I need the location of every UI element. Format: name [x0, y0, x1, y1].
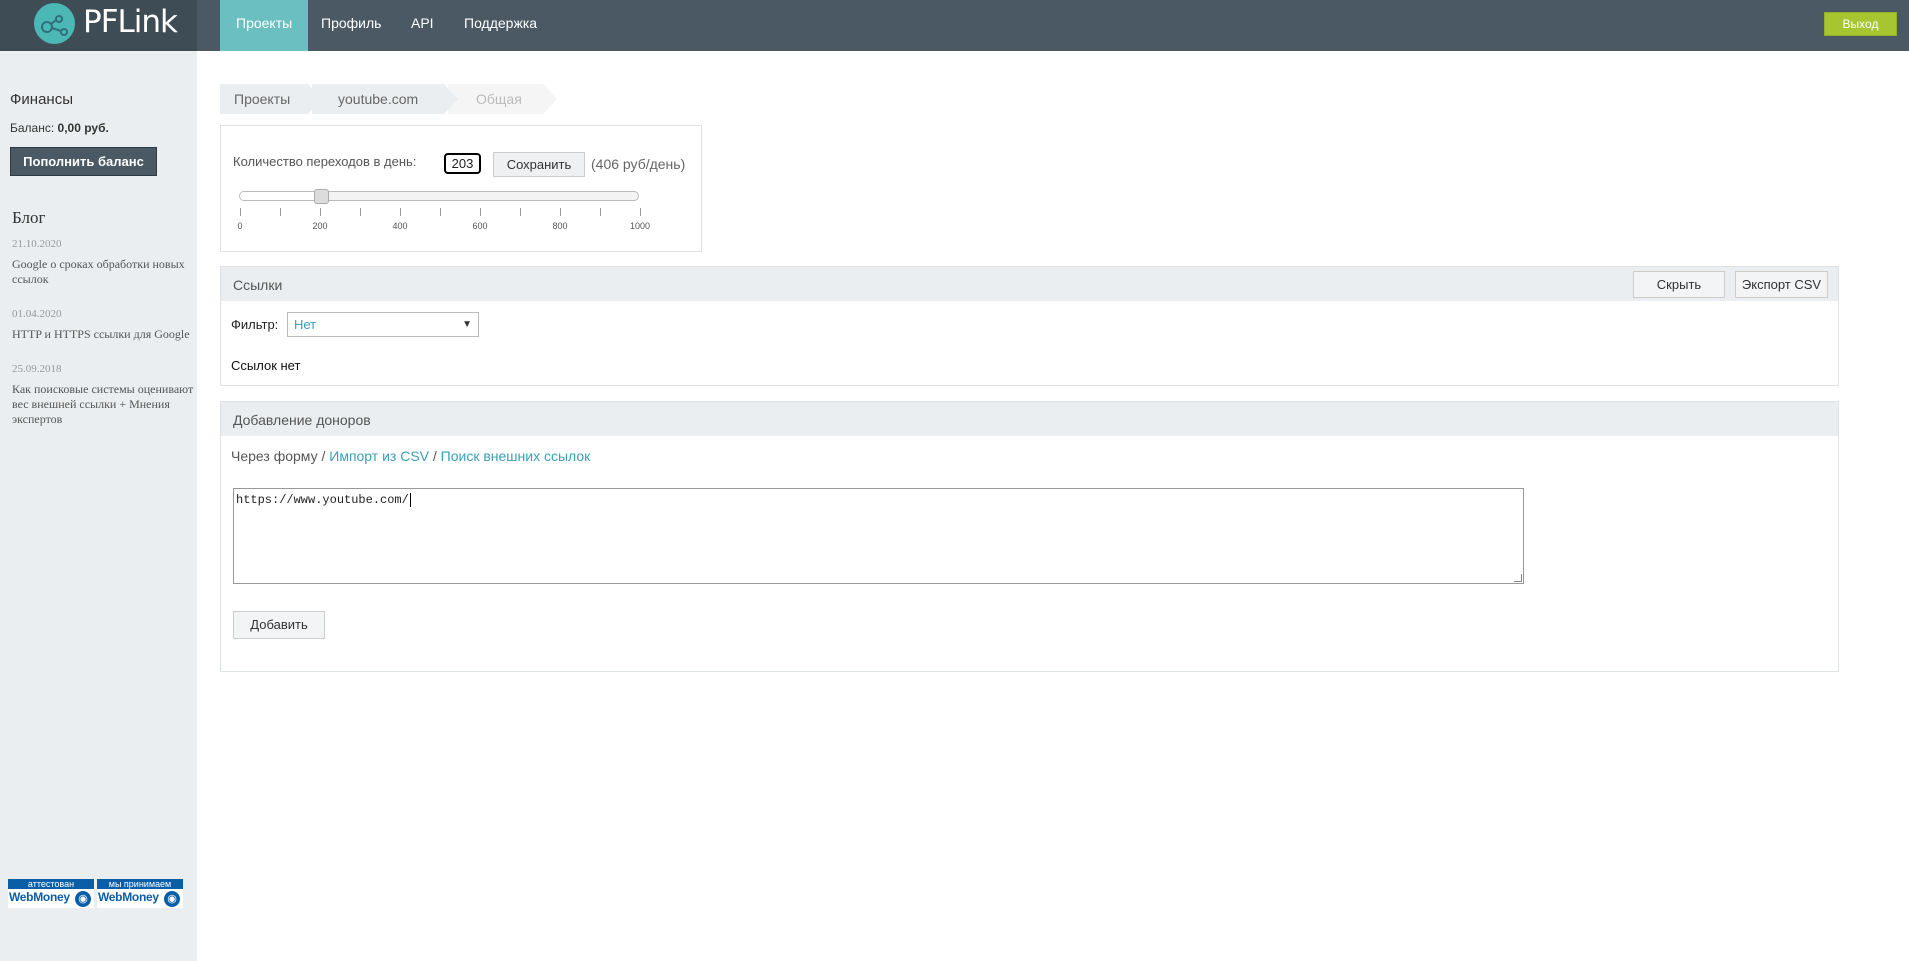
clicks-per-day-label: Количество переходов в день:: [233, 154, 417, 169]
webmoney-badges: аттестован WebMoney ◉ мы принимаем WebMo…: [8, 879, 183, 908]
slider-tick-label: 600: [472, 221, 488, 231]
webmoney-globe-icon: ◉: [75, 891, 91, 907]
slider-tick: [640, 208, 641, 216]
badge-top-text: мы принимаем: [97, 879, 183, 889]
logo[interactable]: PFLink: [0, 0, 197, 51]
blog-post-link[interactable]: Google о сроках обработки новых ссылок: [12, 257, 197, 287]
clicks-per-day-input[interactable]: 203: [444, 153, 481, 174]
method-separator: /: [317, 448, 330, 464]
blog-post-date: 25.09.2018: [12, 363, 62, 375]
top-navbar: PFLink Проекты Профиль API Поддержка Вых…: [0, 0, 1909, 51]
blog-post-link[interactable]: HTTP и HTTPS ссылки для Google: [12, 327, 197, 342]
logo-icon: [34, 3, 75, 44]
donor-methods: Через форму / Импорт из CSV / Поиск внеш…: [231, 448, 590, 464]
slider-fill: [240, 192, 321, 200]
slider-tick: [240, 208, 241, 216]
export-csv-button[interactable]: Экспорт CSV: [1735, 271, 1828, 298]
slider-tick-label: 800: [552, 221, 568, 231]
finance-heading: Финансы: [10, 91, 73, 108]
balance: Баланс: 0,00 руб.: [10, 121, 109, 135]
filter-value: Нет: [294, 317, 317, 332]
method-import-csv-link[interactable]: Импорт из CSV: [329, 448, 429, 464]
slider-tick: [360, 208, 361, 216]
slider-tick-label: 200: [312, 221, 328, 231]
slider-tick-label: 0: [237, 221, 243, 231]
badge-bottom-text: WebMoney: [9, 890, 70, 904]
logout-button[interactable]: Выход: [1824, 12, 1897, 36]
filter-select[interactable]: Нет ▼: [287, 312, 479, 337]
clicks-per-day-panel: Количество переходов в день: 203 Сохрани…: [220, 125, 702, 252]
nav-projects[interactable]: Проекты: [220, 0, 309, 51]
slider-tick: [520, 208, 521, 216]
add-donors-panel: Добавление доноров Через форму / Импорт …: [220, 401, 1839, 672]
breadcrumb-projects[interactable]: Проекты: [220, 84, 322, 114]
blog-heading: Блог: [12, 208, 46, 227]
slider-tick: [560, 208, 561, 216]
balance-value: 0,00 руб.: [57, 121, 109, 135]
badge-top-text: аттестован: [8, 879, 94, 889]
blog-post-link[interactable]: Как поисковые системы оценивают вес внеш…: [12, 382, 197, 427]
daily-price: (406 руб/день): [591, 156, 686, 172]
method-form[interactable]: Через форму: [231, 448, 318, 464]
empty-links-message: Ссылок нет: [231, 358, 301, 373]
badge-bottom-text: WebMoney: [98, 890, 159, 904]
hide-button[interactable]: Скрыть: [1633, 271, 1725, 298]
blog-post-date: 01.04.2020: [12, 308, 62, 320]
sidebar: Финансы Баланс: 0,00 руб. Пополнить бала…: [0, 51, 197, 961]
nav-api[interactable]: API: [395, 0, 450, 51]
balance-label: Баланс:: [10, 121, 55, 135]
slider-tick: [280, 208, 281, 216]
add-donors-title: Добавление доноров: [233, 412, 371, 428]
breadcrumb-project[interactable]: youtube.com: [312, 84, 458, 114]
nav-support[interactable]: Поддержка: [448, 0, 553, 51]
slider-tick-label: 400: [392, 221, 408, 231]
topup-balance-button[interactable]: Пополнить баланс: [10, 147, 157, 176]
donor-urls-textarea[interactable]: https://www.youtube.com/: [233, 488, 1524, 584]
save-button[interactable]: Сохранить: [493, 152, 585, 177]
slider-tick-label: 1000: [629, 221, 651, 231]
webmoney-attested-badge[interactable]: аттестован WebMoney ◉: [8, 879, 94, 908]
webmoney-badges: [8, 930, 183, 959]
slider-tick: [400, 208, 401, 216]
slider-tick: [480, 208, 481, 216]
text-cursor: [409, 493, 411, 507]
chevron-down-icon: ▼: [462, 319, 472, 330]
blog-post-date: 21.10.2020: [12, 238, 62, 250]
method-separator: /: [429, 448, 441, 464]
breadcrumb-current: Общая: [448, 84, 557, 114]
donor-urls-value: https://www.youtube.com/: [236, 493, 409, 507]
links-panel: Ссылки Скрыть Экспорт CSV Фильтр: Нет ▼ …: [220, 266, 1839, 386]
webmoney-globe-icon: ◉: [164, 891, 180, 907]
clicks-slider[interactable]: [239, 189, 639, 204]
webmoney-accept-badge[interactable]: мы принимаем WebMoney ◉: [97, 879, 183, 908]
slider-tick: [320, 208, 321, 216]
slider-tick: [440, 208, 441, 216]
nav-profile[interactable]: Профиль: [305, 0, 397, 51]
method-search-links-link[interactable]: Поиск внешних ссылок: [441, 448, 591, 464]
slider-tick: [600, 208, 601, 216]
links-panel-header: Ссылки Скрыть Экспорт CSV: [221, 267, 1838, 301]
resize-grip-icon[interactable]: [1514, 574, 1522, 582]
slider-handle[interactable]: [313, 189, 329, 204]
filter-label: Фильтр:: [231, 317, 279, 332]
brand-name: PFLink: [83, 4, 178, 40]
add-donors-header: Добавление доноров: [221, 402, 1838, 436]
links-panel-title: Ссылки: [233, 277, 283, 293]
add-button[interactable]: Добавить: [233, 611, 325, 639]
